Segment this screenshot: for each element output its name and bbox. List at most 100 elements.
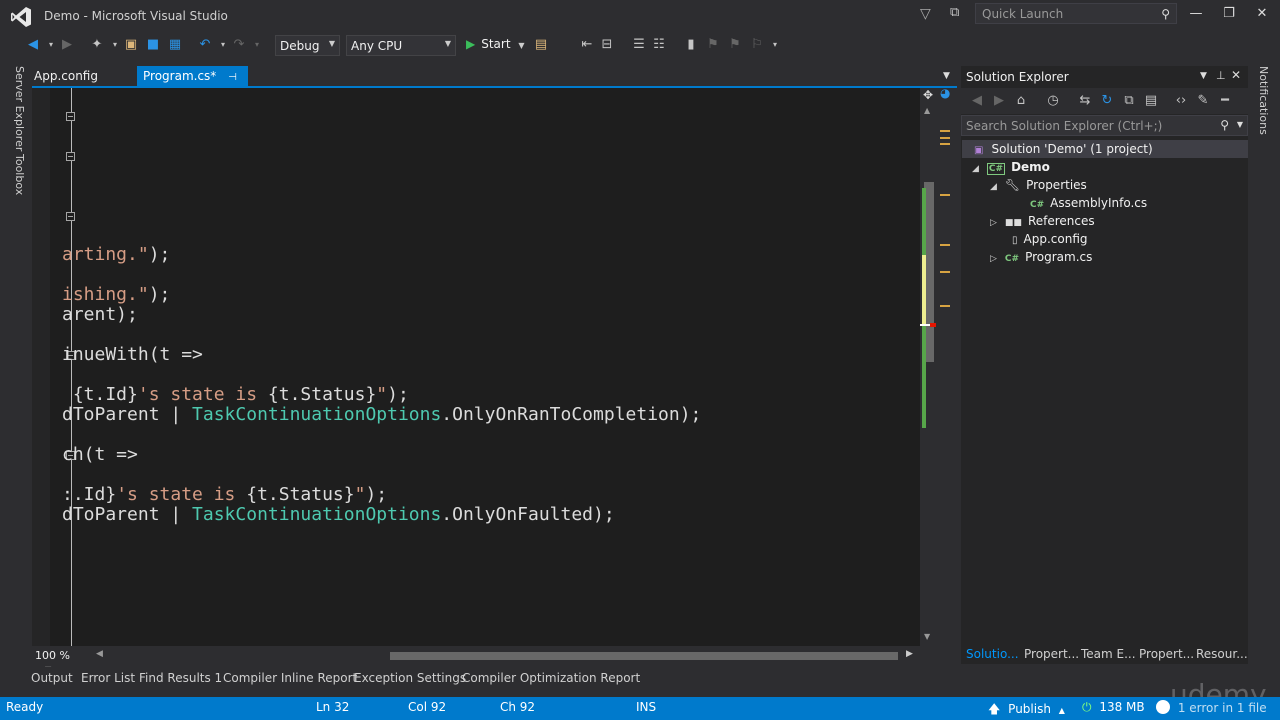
refresh-icon[interactable]: ↻: [1098, 93, 1116, 109]
tree-item-solution[interactable]: ▣ Solution 'Demo' (1 project): [962, 140, 1248, 158]
new-project-icon[interactable]: ✦: [88, 37, 106, 53]
forward-icon[interactable]: ▶: [58, 37, 76, 53]
next-bookmark-icon[interactable]: ⚑: [726, 37, 744, 53]
forward-icon[interactable]: ▶: [990, 93, 1008, 109]
memory-indicator[interactable]: ⏻ 138 MB: [1082, 700, 1145, 715]
tree-item-project-demo[interactable]: ◢ C# Demo: [972, 158, 1050, 176]
pin-icon[interactable]: ⊣: [228, 72, 237, 83]
server-explorer-tab[interactable]: Server Explorer: [10, 66, 26, 151]
tab-app-config[interactable]: App.config: [28, 66, 104, 86]
scroll-down-icon[interactable]: ▼: [924, 632, 930, 641]
save-all-icon[interactable]: ▦: [166, 37, 184, 53]
solution-explorer-search-input[interactable]: Search Solution Explorer (Ctrl+;) ⚲ ▼: [961, 115, 1248, 136]
tab-properties[interactable]: Propert...: [1024, 647, 1079, 661]
fold-toggle[interactable]: [66, 212, 75, 221]
tab-resource-view[interactable]: Resour...: [1196, 647, 1248, 661]
pin-icon[interactable]: ⊥: [1216, 69, 1226, 82]
tree-item-properties[interactable]: ◢ 🔧︎ Properties: [990, 176, 1087, 194]
save-icon[interactable]: ■: [144, 37, 162, 53]
fold-toggle[interactable]: [66, 152, 75, 161]
notifications-tab[interactable]: Notifications: [1257, 66, 1270, 135]
tab-property-manager[interactable]: Propert...: [1139, 647, 1194, 661]
horizontal-scrollbar-thumb[interactable]: [390, 652, 898, 660]
tree-item-references[interactable]: ▷ ■■ References: [990, 212, 1095, 230]
scroll-left-icon[interactable]: ◀: [96, 649, 103, 659]
view-code-icon[interactable]: ‹›: [1172, 93, 1190, 109]
tree-item-program-cs[interactable]: ▷ C# Program.cs: [990, 248, 1092, 266]
code-token: {t.Id}: [62, 385, 138, 405]
tab-error-list[interactable]: Error List: [81, 671, 135, 685]
undo-icon[interactable]: ↶: [196, 37, 214, 53]
diagnostics-icon: ⏻: [1082, 700, 1092, 714]
close-button[interactable]: ✕: [1247, 6, 1277, 24]
collapse-all-icon[interactable]: ⧉: [1120, 93, 1138, 109]
search-placeholder: Search Solution Explorer (Ctrl+;): [966, 119, 1163, 133]
redo-dropdown-icon[interactable]: ▾: [248, 37, 266, 53]
tab-find-results[interactable]: Find Results 1: [139, 671, 222, 685]
error-indicator[interactable]: 1 error in 1 file: [1156, 700, 1276, 715]
fold-toggle[interactable]: [66, 112, 75, 121]
step-over-icon[interactable]: ⊟: [598, 37, 616, 53]
redo-icon[interactable]: ↷: [230, 37, 248, 53]
solution-platform-select[interactable]: Any CPU ▼: [346, 35, 456, 56]
prev-bookmark-icon[interactable]: ⚑: [704, 37, 722, 53]
tab-solution-explorer[interactable]: Solutio...: [966, 647, 1019, 661]
quick-launch-input[interactable]: Quick Launch ⚲: [975, 3, 1177, 24]
preview-selected-icon[interactable]: ━: [1216, 93, 1234, 109]
open-folder-icon[interactable]: ▣: [122, 37, 140, 53]
bookmark-icon[interactable]: ▮: [682, 37, 700, 53]
find-marker: [940, 271, 950, 273]
tab-team-explorer[interactable]: Team E...: [1081, 647, 1136, 661]
tree-item-assemblyinfo[interactable]: C# AssemblyInfo.cs: [1030, 194, 1147, 212]
collapsed-icon: ▷: [990, 218, 997, 228]
indent-icon[interactable]: ☰: [630, 37, 648, 53]
home-icon[interactable]: ⌂: [1012, 93, 1030, 109]
restore-button[interactable]: ❐: [1214, 6, 1244, 24]
feedback-icon[interactable]: ⧉: [950, 5, 959, 20]
search-icon: ⚲: [1161, 7, 1170, 21]
find-marker: [940, 137, 950, 139]
browser-link-icon[interactable]: ▤: [532, 37, 550, 53]
scroll-up-icon[interactable]: ▲: [924, 106, 930, 115]
clear-bookmarks-icon[interactable]: ⚐: [748, 37, 766, 53]
start-button[interactable]: ▶ Start ▼: [466, 37, 525, 51]
filter-icon[interactable]: ▽: [920, 6, 931, 22]
solution-configuration-select[interactable]: Debug ▼: [275, 35, 340, 56]
outdent-icon[interactable]: ☷: [650, 37, 668, 53]
code-token: .OnlyOnFaulted);: [441, 505, 615, 525]
tab-output[interactable]: Output: [31, 671, 73, 685]
tab-overflow-icon[interactable]: ▼: [943, 71, 950, 81]
tab-compiler-optimization-report[interactable]: Compiler Optimization Report: [462, 671, 640, 685]
panel-menu-icon[interactable]: ▼: [1200, 71, 1207, 81]
minimize-button[interactable]: —: [1181, 6, 1211, 24]
solution-explorer-title: Solution Explorer: [966, 70, 1069, 84]
tree-item-app-config[interactable]: ▯ App.config: [1012, 230, 1088, 248]
publish-button[interactable]: 🡅︎ Publish ▲: [988, 700, 1065, 720]
code-token: ": [376, 385, 388, 405]
show-all-files-icon[interactable]: ▤: [1142, 93, 1160, 109]
toolbox-tab[interactable]: Toolbox: [10, 154, 26, 195]
references-icon: ■■: [1004, 218, 1022, 228]
code-token: arent);: [62, 305, 138, 325]
tab-compiler-inline-report[interactable]: Compiler Inline Report: [223, 671, 357, 685]
preview-icon[interactable]: ◕: [940, 86, 950, 100]
status-ready: Ready: [6, 700, 44, 714]
status-insert-mode: INS: [636, 700, 657, 714]
back-icon[interactable]: ◀: [968, 93, 986, 109]
code-editor[interactable]: [32, 88, 920, 646]
zoom-select[interactable]: 100 % ▼: [32, 648, 92, 674]
scroll-right-icon[interactable]: ▶: [906, 649, 913, 659]
close-panel-icon[interactable]: ✕: [1231, 68, 1241, 82]
tab-program-cs[interactable]: Program.cs* ⊣ ✕: [137, 66, 248, 97]
code-line: inueWith(t =>: [62, 345, 918, 365]
back-icon[interactable]: ◀: [24, 37, 42, 53]
window-title: Demo - Microsoft Visual Studio: [44, 9, 228, 23]
split-editor-icon[interactable]: ✥: [923, 88, 933, 102]
sync-icon[interactable]: ⇆: [1076, 93, 1094, 109]
code-token: .OnlyOnRanToCompletion);: [441, 405, 702, 425]
pending-changes-icon[interactable]: ◷: [1044, 93, 1062, 109]
tab-exception-settings[interactable]: Exception Settings: [354, 671, 466, 685]
step-into-icon[interactable]: ⇤: [578, 37, 596, 53]
properties-icon[interactable]: ✎: [1194, 93, 1212, 109]
toolbar-overflow-icon[interactable]: ▾: [766, 37, 784, 53]
